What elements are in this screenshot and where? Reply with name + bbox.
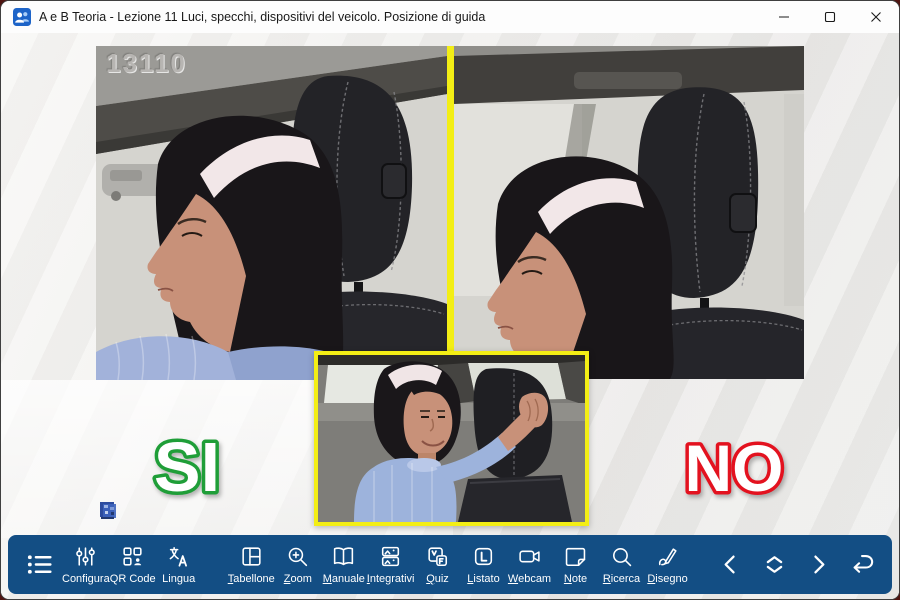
toolbar-item-prev[interactable] bbox=[708, 535, 752, 594]
si-label: SI bbox=[154, 428, 220, 506]
zoom-in-icon bbox=[285, 544, 310, 569]
toolbar-nav-group bbox=[708, 535, 884, 594]
toolbar-item-ricerca[interactable]: Ricerca bbox=[599, 535, 645, 594]
toolbar-primary-group: Configura QR Code Lingua bbox=[16, 535, 202, 594]
pen-icon bbox=[655, 544, 680, 569]
toolbar-item-disegno[interactable]: Disegno bbox=[645, 535, 691, 594]
verdict-no: NO bbox=[649, 421, 819, 511]
toolbar-item-quiz[interactable]: Quiz bbox=[415, 535, 461, 594]
close-button[interactable] bbox=[853, 1, 899, 33]
toolbar-item-return[interactable] bbox=[840, 535, 884, 594]
list-icon bbox=[25, 550, 54, 579]
slide-area: 13110 bbox=[1, 33, 900, 600]
maximize-button[interactable] bbox=[807, 1, 853, 33]
minimize-button[interactable] bbox=[761, 1, 807, 33]
note-icon bbox=[563, 544, 588, 569]
toolbar-item-next[interactable] bbox=[796, 535, 840, 594]
camera-icon bbox=[517, 544, 542, 569]
main-toolbar: Configura QR Code Lingua Tabellone Zoom … bbox=[8, 535, 892, 594]
close-icon bbox=[870, 11, 882, 23]
toolbar-label-listato: Listato bbox=[467, 573, 499, 585]
toolbar-label-qr-code: QR Code bbox=[110, 573, 156, 585]
toolbar-label-zoom: Zoom bbox=[284, 573, 312, 585]
translate-icon bbox=[166, 544, 191, 569]
toolbar-label-disegno: Disegno bbox=[647, 573, 687, 585]
image-number: 13110 bbox=[106, 48, 187, 79]
photo-adjusting-headrest bbox=[314, 351, 589, 526]
toolbar-label-webcam: Webcam bbox=[508, 573, 551, 585]
minimize-icon bbox=[778, 11, 790, 23]
toolbar-item-manuale[interactable]: Manuale bbox=[321, 535, 367, 594]
toolbar-label-ricerca: Ricerca bbox=[603, 573, 640, 585]
toolbar-document-group: Tabellone Zoom Manuale Integrativi Quiz … bbox=[228, 535, 691, 594]
toolbar-label-integrativi: Integrativi bbox=[367, 573, 415, 585]
toolbar-item-tabellone[interactable]: Tabellone bbox=[228, 535, 275, 594]
toolbar-item-configura[interactable]: Configura bbox=[62, 535, 110, 594]
photo-divider bbox=[447, 46, 454, 380]
chevron-left-icon bbox=[716, 550, 745, 579]
vf-icon bbox=[425, 544, 450, 569]
toolbar-item-note[interactable]: Note bbox=[553, 535, 599, 594]
book-icon bbox=[331, 544, 356, 569]
toolbar-label-manuale: Manuale bbox=[323, 573, 365, 585]
photo-correct-position: 13110 bbox=[96, 46, 447, 380]
sliders-icon bbox=[73, 544, 98, 569]
toolbar-item-lingua[interactable]: Lingua bbox=[156, 535, 202, 594]
maximize-icon bbox=[824, 11, 836, 23]
toolbar-item-integrativi[interactable]: Integrativi bbox=[367, 535, 415, 594]
toolbar-label-quiz: Quiz bbox=[426, 573, 449, 585]
toolbar-label-lingua: Lingua bbox=[162, 573, 195, 585]
return-arrow-icon bbox=[848, 550, 877, 579]
publisher-stamp-icon bbox=[99, 500, 117, 520]
images-icon bbox=[378, 544, 403, 569]
window-title: A e B Teoria - Lezione 11 Luci, specchi,… bbox=[39, 10, 485, 24]
toolbar-item-qr-code[interactable]: QR Code bbox=[110, 535, 156, 594]
toolbar-label-configura: Configura bbox=[62, 573, 110, 585]
window-controls bbox=[761, 1, 899, 33]
verdict-si: SI bbox=[107, 419, 267, 511]
title-bar: A e B Teoria - Lezione 11 Luci, specchi,… bbox=[1, 1, 899, 33]
chevron-up-down-icon bbox=[760, 550, 789, 579]
toolbar-item-zoom[interactable]: Zoom bbox=[275, 535, 321, 594]
chevron-right-icon bbox=[804, 550, 833, 579]
toolbar-item-menu[interactable] bbox=[16, 535, 62, 594]
toolbar-item-expand[interactable] bbox=[752, 535, 796, 594]
toolbar-item-listato[interactable]: Listato bbox=[461, 535, 507, 594]
no-label: NO bbox=[685, 431, 784, 505]
qr-icon bbox=[120, 544, 145, 569]
app-icon bbox=[13, 8, 31, 26]
toolbar-item-webcam[interactable]: Webcam bbox=[507, 535, 553, 594]
photo-wrong-position bbox=[454, 46, 804, 379]
app-window: A e B Teoria - Lezione 11 Luci, specchi,… bbox=[0, 0, 900, 600]
toolbar-label-tabellone: Tabellone bbox=[228, 573, 275, 585]
grid-icon bbox=[239, 544, 264, 569]
search-icon bbox=[609, 544, 634, 569]
toolbar-label-note: Note bbox=[564, 573, 587, 585]
l-square-icon bbox=[471, 544, 496, 569]
